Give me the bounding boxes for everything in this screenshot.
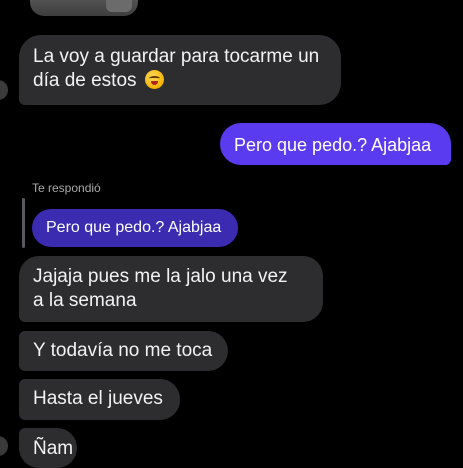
contact-avatar[interactable] [0,80,8,100]
shared-media-thumbnail[interactable] [30,0,138,16]
outgoing-message-bubble[interactable]: Pero que pedo.? Ajabjaa [220,123,451,165]
message-text: Jajaja pues me la jalo una vez [33,266,288,287]
contact-avatar[interactable] [0,436,8,456]
message-text: La voy a guardar para tocarme un [33,46,320,67]
message-text: Hasta el jueves [33,388,163,409]
incoming-message-bubble[interactable]: Hasta el jueves [19,379,180,420]
message-text: día de estos [33,70,137,91]
reply-context-label: Te respondió [32,181,101,195]
reply-indicator-bar [22,198,25,248]
incoming-message-bubble[interactable]: Jajaja pues me la jalo una vez a la sema… [19,256,323,322]
incoming-message-bubble[interactable]: Ñam [19,428,77,468]
yum-face-emoji-icon [144,70,164,89]
message-text: a la semana [33,290,137,311]
incoming-message-bubble[interactable]: La voy a guardar para tocarme un día de … [19,35,341,105]
incoming-message-bubble[interactable]: Y todavía no me toca [19,331,228,371]
message-text: Pero que pedo.? Ajabjaa [234,135,432,155]
quoted-message-preview[interactable]: Pero que pedo.? Ajabjaa [32,209,238,247]
message-text: Y todavía no me toca [33,340,213,361]
quoted-message-text: Pero que pedo.? Ajabjaa [46,219,222,236]
message-text: Ñam [33,438,74,459]
